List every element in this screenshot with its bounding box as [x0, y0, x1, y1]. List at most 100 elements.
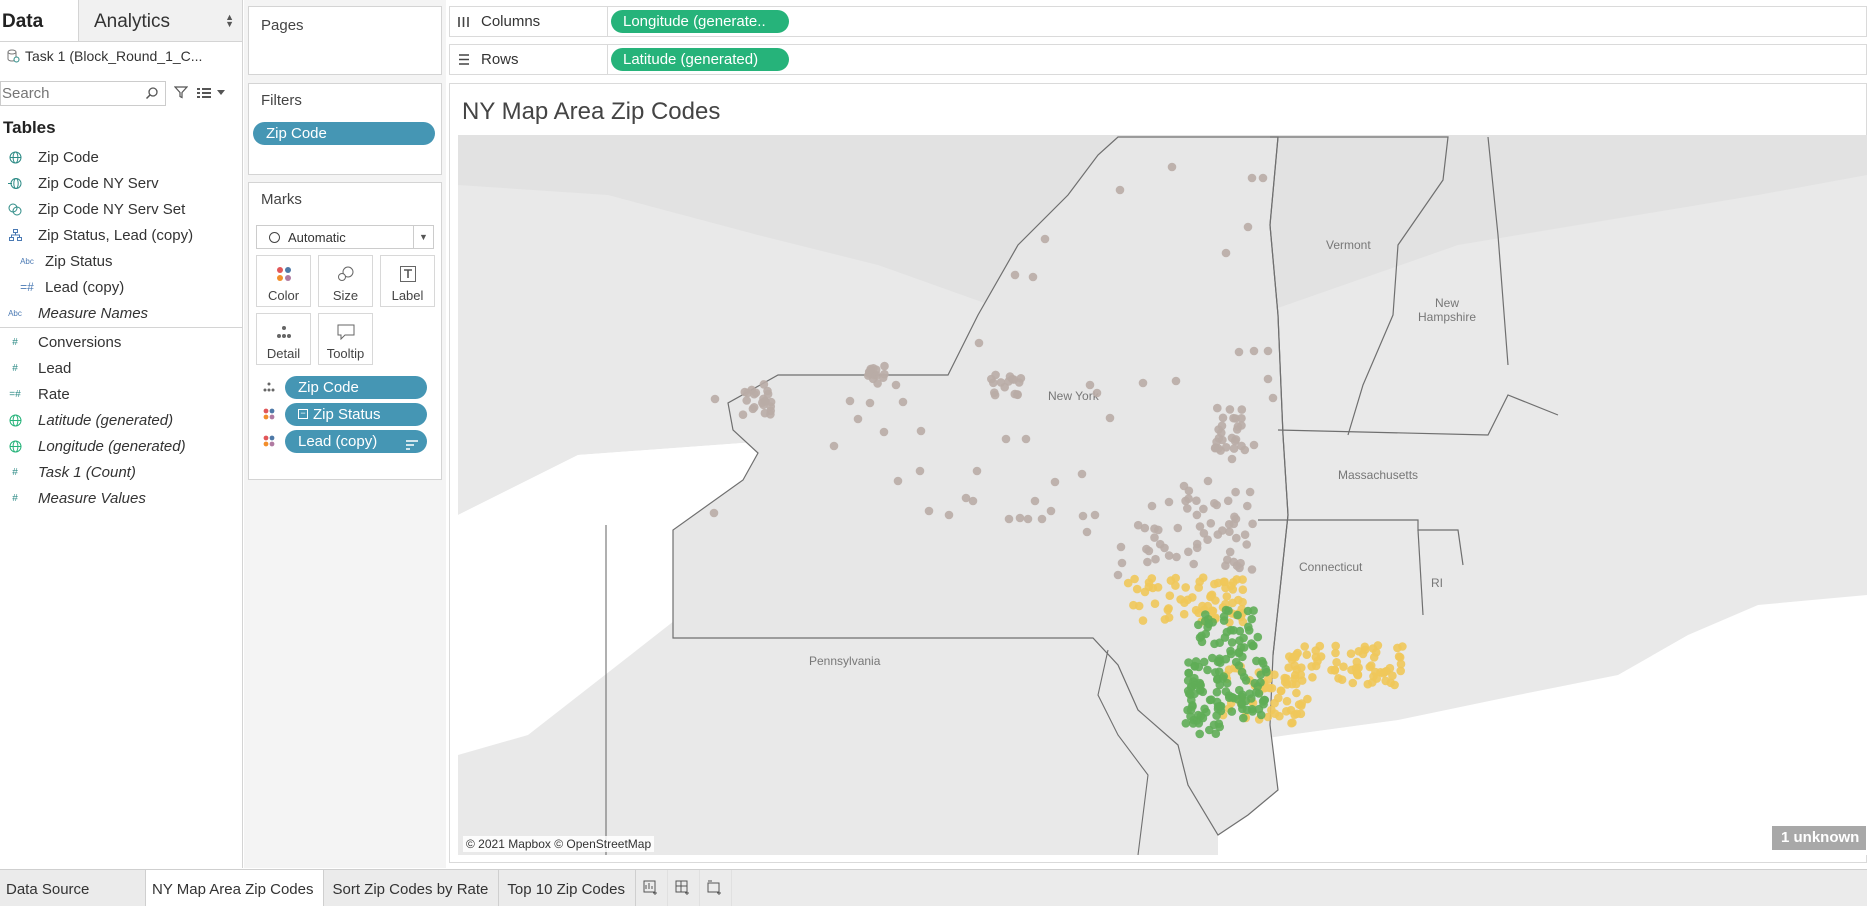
zip-code-mark[interactable] [1082, 527, 1092, 537]
zip-code-mark[interactable] [1240, 530, 1250, 539]
zip-code-mark[interactable] [1390, 680, 1399, 690]
zip-code-mark[interactable] [1224, 691, 1234, 700]
zip-code-mark[interactable] [1133, 520, 1143, 530]
zip-code-mark[interactable] [1190, 689, 1199, 699]
zip-code-mark[interactable] [1210, 579, 1219, 589]
zip-code-mark[interactable] [1237, 421, 1246, 430]
zip-code-mark[interactable] [1204, 619, 1214, 629]
zip-code-mark[interactable] [1113, 570, 1123, 580]
zip-code-mark[interactable] [738, 410, 748, 420]
zip-code-mark[interactable] [1231, 657, 1241, 667]
zip-code-mark[interactable] [1233, 610, 1242, 620]
zip-code-mark[interactable] [1010, 270, 1020, 280]
marks-type-dropdown[interactable]: Automatic ▼ [256, 225, 434, 249]
zip-code-mark[interactable] [944, 510, 954, 520]
zip-code-mark[interactable] [1130, 574, 1139, 584]
view-options-icon[interactable] [197, 87, 225, 99]
zip-code-mark[interactable] [1211, 668, 1220, 677]
zip-code-mark[interactable] [1352, 669, 1362, 679]
zip-code-mark[interactable] [1222, 627, 1232, 637]
zip-code-mark[interactable] [1215, 638, 1224, 647]
zip-code-mark[interactable] [1256, 670, 1265, 679]
zip-code-mark[interactable] [1077, 469, 1087, 479]
zip-code-mark[interactable] [1292, 650, 1301, 659]
zip-code-mark[interactable] [1212, 687, 1222, 697]
zip-code-mark[interactable] [1171, 573, 1180, 583]
zip-code-mark[interactable] [1153, 583, 1163, 592]
zip-code-mark[interactable] [1134, 601, 1144, 611]
zip-code-mark[interactable] [1151, 554, 1160, 564]
zip-code-mark[interactable] [1354, 647, 1364, 656]
zip-code-mark[interactable] [1276, 686, 1286, 695]
zip-code-mark[interactable] [751, 388, 761, 398]
zip-code-mark[interactable] [1282, 696, 1292, 706]
tooltip-button[interactable]: Tooltip [318, 313, 373, 365]
mark-pill-zip-code[interactable]: Zip Code [285, 375, 427, 399]
zip-code-mark[interactable] [1253, 682, 1262, 691]
zip-code-mark[interactable] [1259, 699, 1268, 709]
zip-code-mark[interactable] [1248, 519, 1257, 529]
zip-code-mark[interactable] [1378, 669, 1388, 678]
zip-code-mark[interactable] [1115, 185, 1125, 195]
zip-code-mark[interactable] [868, 374, 878, 384]
field-zip-code[interactable]: Zip Code [0, 144, 242, 170]
zip-code-mark[interactable] [1234, 595, 1243, 605]
zip-code-mark[interactable] [974, 338, 984, 348]
field-longitude-generated[interactable]: Longitude (generated) [0, 433, 242, 459]
zip-code-mark[interactable] [1160, 543, 1169, 553]
pages-card[interactable]: Pages [248, 6, 442, 75]
color-button[interactable]: Color [256, 255, 311, 307]
zip-code-mark[interactable] [1209, 720, 1219, 730]
zip-code-mark[interactable] [1221, 605, 1231, 615]
zip-code-mark[interactable] [1179, 609, 1189, 619]
zip-code-mark[interactable] [1116, 542, 1126, 552]
zip-code-mark[interactable] [1206, 519, 1216, 528]
zip-code-mark[interactable] [1225, 547, 1235, 557]
zip-code-mark[interactable] [760, 408, 770, 418]
zip-code-mark[interactable] [1213, 403, 1222, 413]
zip-code-mark[interactable] [1223, 496, 1233, 506]
zip-code-mark[interactable] [1263, 346, 1273, 356]
zip-code-mark[interactable] [1249, 440, 1259, 450]
zip-code-mark[interactable] [1192, 510, 1202, 520]
rows-shelf[interactable]: Rows Latitude (generated) [449, 44, 1867, 75]
zip-code-mark[interactable] [1188, 593, 1197, 602]
zip-code-mark[interactable] [740, 387, 750, 397]
tab-top-10-zip-codes[interactable]: Top 10 Zip Codes [499, 870, 636, 906]
zip-code-mark[interactable] [1184, 486, 1194, 496]
new-story-icon[interactable] [700, 870, 732, 906]
field-measure-values[interactable]: # Measure Values [0, 485, 242, 511]
zip-code-mark[interactable] [1188, 702, 1197, 711]
new-dashboard-icon[interactable] [668, 870, 700, 906]
zip-code-mark[interactable] [1334, 674, 1343, 683]
zip-code-mark[interactable] [1195, 729, 1204, 739]
zip-code-mark[interactable] [1249, 641, 1258, 650]
zip-code-mark[interactable] [1218, 526, 1227, 535]
zip-code-mark[interactable] [1001, 434, 1011, 444]
zip-code-mark[interactable] [1311, 646, 1320, 655]
zip-code-mark[interactable] [880, 361, 889, 371]
zip-code-mark[interactable] [1184, 547, 1193, 557]
zip-code-mark[interactable] [1234, 347, 1244, 357]
field-zip-status[interactable]: Abc Zip Status [0, 248, 242, 274]
zip-code-mark[interactable] [1000, 382, 1009, 392]
zip-code-mark[interactable] [759, 380, 769, 389]
zip-code-mark[interactable] [1078, 511, 1088, 521]
zip-code-mark[interactable] [1085, 380, 1095, 390]
zip-code-mark[interactable] [1239, 713, 1248, 723]
unknown-indicator[interactable]: 1 unknown [1772, 826, 1866, 850]
zip-code-mark[interactable] [1132, 584, 1142, 594]
zip-code-mark[interactable] [742, 396, 751, 405]
zip-code-mark[interactable] [1268, 393, 1278, 403]
zip-code-mark[interactable] [1388, 671, 1397, 680]
zip-code-mark[interactable] [1207, 590, 1217, 600]
zip-code-mark[interactable] [1231, 514, 1241, 524]
zip-code-mark[interactable] [1227, 707, 1237, 716]
zip-code-mark[interactable] [1150, 533, 1159, 542]
zip-code-mark[interactable] [710, 394, 720, 404]
zip-code-mark[interactable] [1247, 173, 1257, 183]
zip-code-mark[interactable] [1280, 673, 1289, 683]
zip-code-mark[interactable] [1199, 504, 1208, 514]
field-lead-copy[interactable]: =# Lead (copy) [0, 274, 242, 300]
search-input[interactable] [1, 84, 141, 102]
